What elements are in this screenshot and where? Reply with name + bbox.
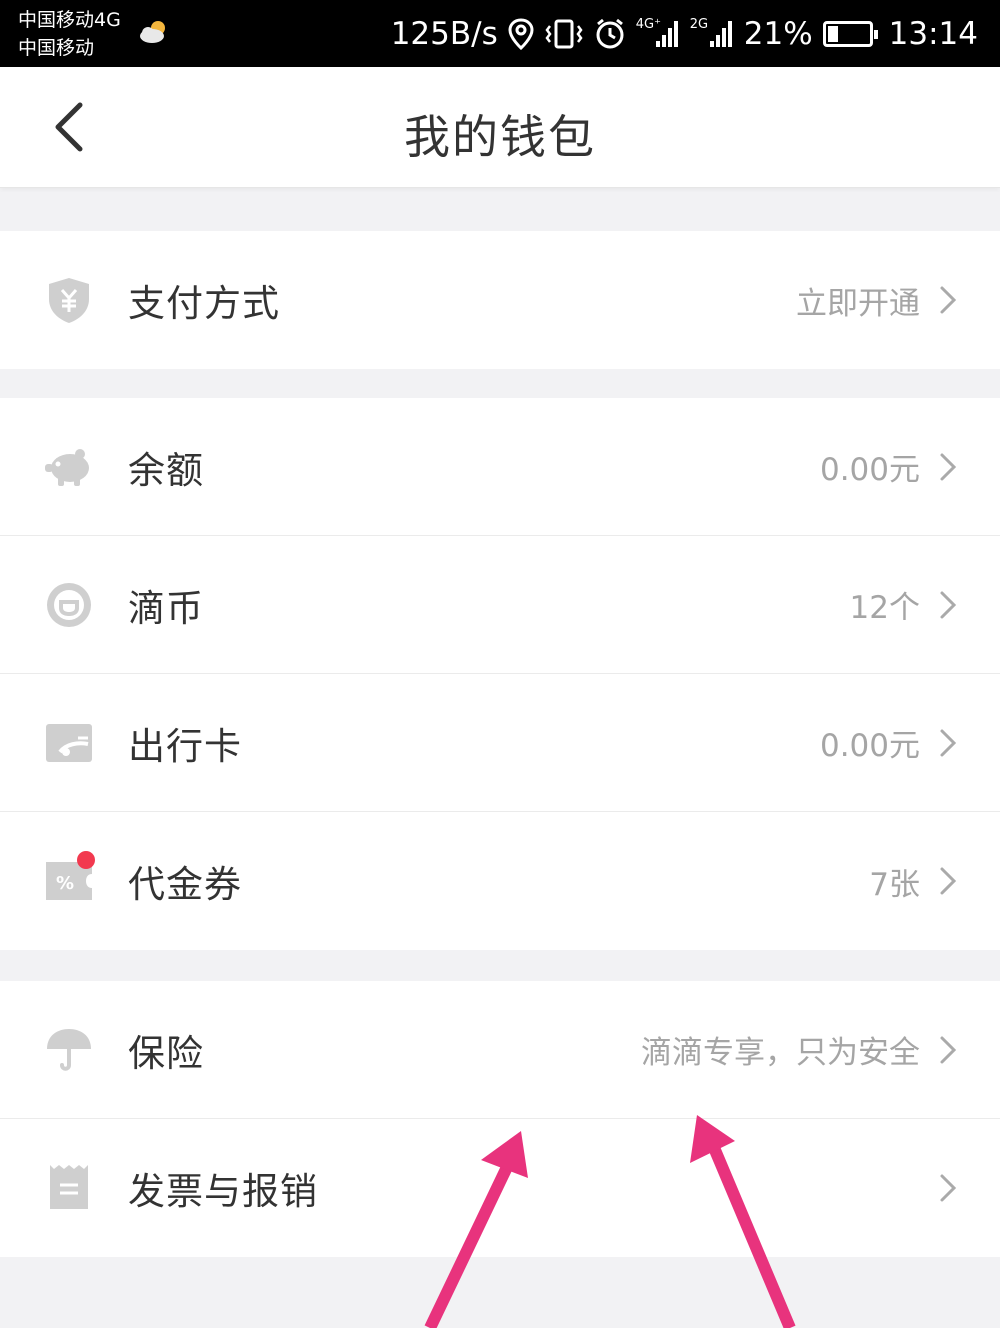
chevron-right-icon xyxy=(940,591,957,619)
signal-2g: 2G xyxy=(689,17,734,49)
row-label: 支付方式 xyxy=(128,282,280,325)
navigation-bar: 我的钱包 xyxy=(0,67,1000,188)
row-value: 0.00元 xyxy=(819,728,920,764)
location-icon xyxy=(508,18,534,50)
row-value: 立即开通 xyxy=(796,285,920,322)
menu-row-insurance[interactable]: 保险 滴滴专享，只为安全 xyxy=(0,981,1000,1119)
row-label: 保险 xyxy=(128,1031,204,1075)
status-icons: 125B/s 4G⁺ 2G 21% 13:14 xyxy=(391,10,978,58)
row-value: 7张 xyxy=(869,866,920,903)
menu-row-invoice[interactable]: 发票与报销 xyxy=(0,1119,1000,1257)
menu-row-coins[interactable]: 滴币 12个 xyxy=(0,536,1000,674)
chevron-right-icon xyxy=(940,729,957,757)
row-value: 滴滴专享，只为安全 xyxy=(641,1035,920,1071)
receipt-icon xyxy=(50,1165,88,1209)
chevron-right-icon xyxy=(940,453,957,481)
row-label: 滴币 xyxy=(128,586,204,630)
travel-card-icon xyxy=(46,724,92,762)
page-title: 我的钱包 xyxy=(404,110,596,164)
carrier-1: 中国移动4G xyxy=(18,9,121,31)
carrier-info: 中国移动4G 中国移动 xyxy=(18,6,121,62)
balance-section: 余额 0.00元 滴币 12个 出行卡 0.00元 % 代金券 7张 xyxy=(0,398,1000,950)
menu-row-vouchers[interactable]: % 代金券 7张 xyxy=(0,812,1000,950)
notification-badge xyxy=(77,851,95,869)
svg-text:%: % xyxy=(56,873,74,894)
menu-row-balance[interactable]: 余额 0.00元 xyxy=(0,398,1000,536)
services-section: 保险 滴滴专享，只为安全 发票与报销 xyxy=(0,981,1000,1257)
row-value: 0.00元 xyxy=(819,452,920,488)
row-value: 12个 xyxy=(849,590,920,626)
signal-4g-label: 4G⁺ xyxy=(635,17,661,32)
piggy-bank-icon xyxy=(45,449,89,486)
net-speed: 125B/s xyxy=(390,16,498,52)
battery-icon xyxy=(822,21,878,47)
row-label: 代金券 xyxy=(128,863,242,906)
didi-coin-icon xyxy=(47,583,91,627)
menu-row-travel-card[interactable]: 出行卡 0.00元 xyxy=(0,674,1000,812)
umbrella-icon xyxy=(47,1029,91,1071)
status-bar: 中国移动4G 中国移动 125B/s 4G⁺ 2G 21% 13:14 xyxy=(0,0,1000,67)
chevron-right-icon xyxy=(940,1036,957,1064)
chevron-right-icon xyxy=(940,1174,957,1202)
chevron-right-icon xyxy=(940,286,957,314)
clock: 13:14 xyxy=(888,16,978,52)
signal-4g: 4G⁺ xyxy=(635,17,680,49)
chevron-right-icon xyxy=(940,867,957,895)
row-label: 发票与报销 xyxy=(128,1170,318,1213)
battery-percent: 21% xyxy=(743,16,813,52)
voucher-icon: % xyxy=(46,851,95,900)
menu-row-payment[interactable]: 支付方式 立即开通 xyxy=(0,231,1000,369)
carrier-2: 中国移动 xyxy=(18,37,95,59)
row-label: 余额 xyxy=(128,448,204,492)
alarm-icon xyxy=(596,18,624,49)
row-label: 出行卡 xyxy=(128,724,242,768)
shield-yuan-icon xyxy=(49,278,89,323)
cloudy-weather-icon xyxy=(140,21,165,43)
signal-2g-label: 2G xyxy=(689,17,709,32)
vibrate-icon xyxy=(545,19,583,49)
payment-section: 支付方式 立即开通 xyxy=(0,231,1000,369)
